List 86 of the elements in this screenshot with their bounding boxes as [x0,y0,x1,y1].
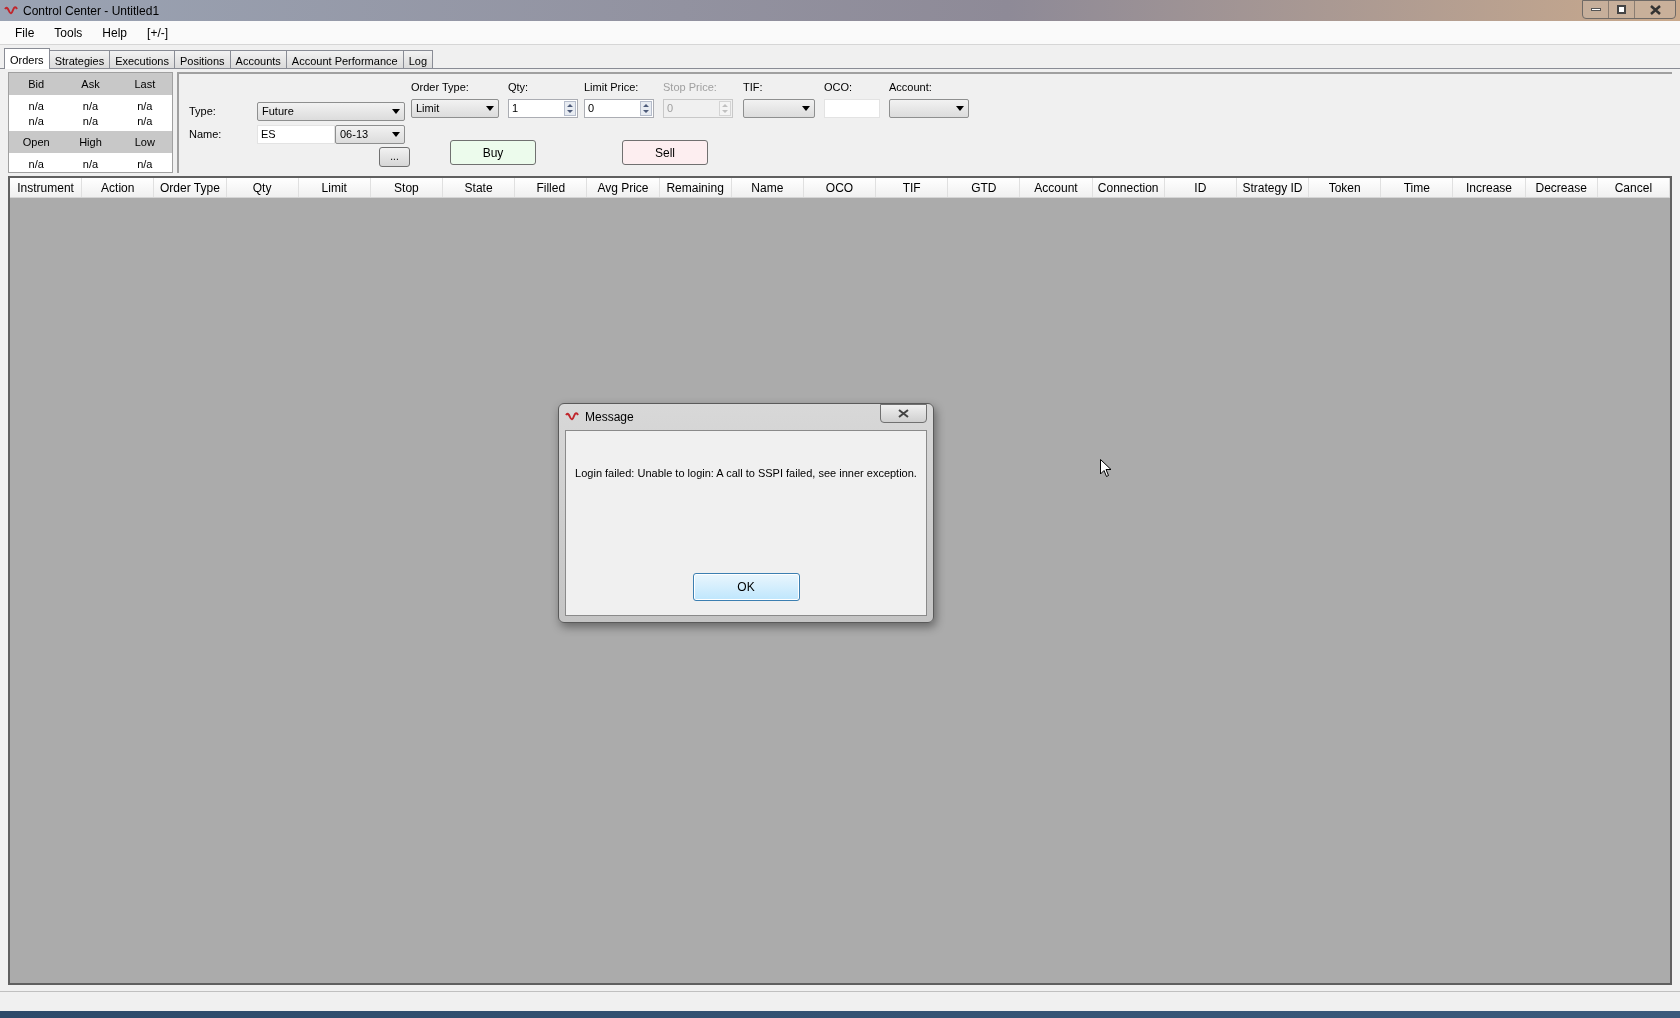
spin-arrows-icon[interactable] [564,101,576,116]
field-label: Type: [189,103,217,119]
error-message: Login failed: Unable to login: A call to SSPI failed, see inner exception. [575,466,917,481]
quote-value: n/a [27,114,45,129]
dropdown-caret-icon [392,108,400,114]
quote-header: Open [21,134,51,150]
text-input-field[interactable] [824,99,880,118]
column-header[interactable]: OCO [803,178,877,197]
menu-item[interactable]: File [8,23,42,42]
tab[interactable]: Account Performance [285,50,404,68]
number-spinner-field[interactable]: 1 [508,99,578,118]
field-label: Account: [889,80,933,94]
dropdown-field[interactable] [743,99,815,118]
quote-header: Last [133,76,157,92]
column-header[interactable]: Filled [515,178,588,197]
quote-value: n/a [81,114,100,129]
column-header[interactable]: Order Type [154,178,227,197]
menu-item[interactable]: Tools [47,23,90,42]
tab[interactable]: Log [402,50,433,68]
column-header[interactable]: Avg Price [587,178,660,197]
field-label: Stop Price: [663,80,718,94]
dropdown-field[interactable]: Future [257,101,405,121]
quote-value: n/a [81,99,100,114]
quote-header: Low [133,134,156,150]
column-header[interactable]: State [443,178,516,197]
dropdown-field[interactable]: 06-13 [335,124,405,144]
dropdown-caret-icon [956,106,964,111]
field-label: Name: [189,126,223,142]
text-input-field[interactable]: ES [257,124,335,144]
tab[interactable]: Positions [173,50,231,68]
column-header[interactable]: Name [731,178,804,197]
app-logo-icon [565,412,579,422]
tab[interactable]: Strategies [48,50,111,68]
close-button[interactable] [880,404,927,423]
dialog-title: Message [585,409,634,426]
column-header[interactable]: Stop [370,178,444,197]
dropdown-caret-icon [802,106,810,111]
window-title: Control Center - Untitled1 [23,2,160,20]
column-header[interactable]: Limit [298,178,371,197]
field-label: Qty: [508,80,530,94]
column-header[interactable]: Account [1020,178,1093,197]
mouse-cursor-icon [1100,459,1112,478]
column-header[interactable]: Connection [1092,178,1165,197]
tab[interactable]: Executions [109,50,175,68]
menu-item[interactable]: [+/-] [140,23,176,42]
field-label: TIF: [743,80,764,94]
menu-item[interactable]: Help [95,23,135,42]
quote-header: Bid [27,76,46,92]
quote-value: n/a [136,99,154,114]
quote-header: High [78,134,103,150]
column-header[interactable]: Decrease [1525,178,1598,197]
quote-value: n/a [27,157,45,172]
column-header[interactable]: GTD [948,178,1021,197]
spin-arrows-icon[interactable] [640,101,652,116]
dropdown-field[interactable] [889,99,969,118]
dropdown-field[interactable]: Limit [411,99,499,118]
field-label: Order Type: [411,80,470,94]
column-header[interactable]: Action [82,178,155,197]
dropdown-caret-icon [486,106,494,111]
column-header[interactable]: Qty [226,178,299,197]
number-spinner-field[interactable]: 0 [584,99,654,118]
dropdown-caret-icon [392,131,400,137]
column-header[interactable]: Time [1381,178,1454,197]
field-label: OCO: [824,80,854,94]
column-header[interactable]: Increase [1453,178,1526,197]
column-header[interactable]: Token [1309,178,1382,197]
column-header[interactable]: Remaining [659,178,732,197]
app-logo-icon [4,5,18,16]
column-header[interactable]: Cancel [1597,178,1670,197]
column-header[interactable]: ID [1164,178,1237,197]
buy-button[interactable]: Buy [450,140,536,165]
tab[interactable]: Orders [4,48,50,69]
tab[interactable]: Accounts [229,50,287,68]
field-label: Limit Price: [584,80,640,94]
column-header[interactable]: TIF [876,178,949,197]
quote-value: n/a [136,157,154,172]
ok-button[interactable]: OK [692,573,800,601]
quote-value: n/a [136,114,154,129]
quote-value: n/a [81,157,100,172]
browse-button[interactable]: ... [379,147,410,167]
quote-header: Ask [80,76,101,92]
column-header[interactable]: Instrument [10,178,83,197]
quote-value: n/a [27,99,45,114]
column-header[interactable]: Strategy ID [1236,178,1310,197]
sell-button[interactable]: Sell [622,140,708,165]
close-icon [898,409,909,418]
